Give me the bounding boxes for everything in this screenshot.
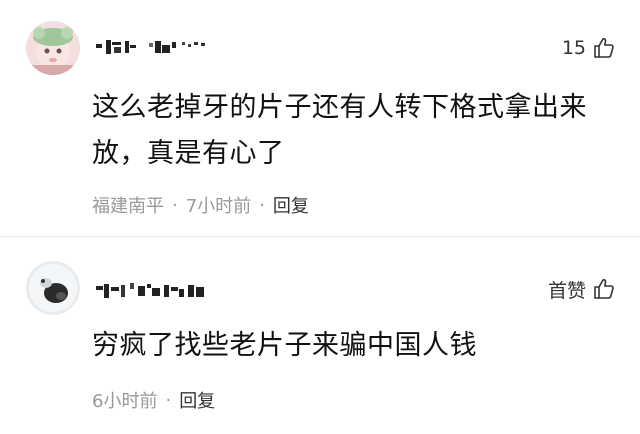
- comment-item: 15 这么老掉牙的片子还有人转下格式拿出来放，真是有心了 福建南平 · 7小时前…: [0, 0, 640, 236]
- username-obscured[interactable]: [94, 33, 244, 59]
- timestamp: 7小时前: [185, 196, 252, 217]
- avatar[interactable]: [26, 21, 80, 75]
- separator: ·: [172, 194, 178, 216]
- thumbs-up-icon: [592, 277, 616, 301]
- first-like-label: 首赞: [547, 279, 586, 302]
- username-obscured[interactable]: [94, 277, 244, 303]
- comment-text: 这么老掉牙的片子还有人转下格式拿出来放，真是有心了: [92, 92, 587, 169]
- location: 福建南平: [92, 196, 164, 217]
- thumbs-up-icon: [592, 36, 616, 60]
- timestamp: 6小时前: [92, 391, 158, 412]
- comment-text: 穷疯了找些老片子来骗中国人钱: [92, 330, 477, 361]
- comment-item: 首赞 穷疯了找些老片子来骗中国人钱 6小时前 · 回复: [0, 236, 640, 434]
- reply-button[interactable]: 回复: [179, 387, 215, 413]
- comment-meta: 福建南平 · 7小时前 · 回复: [92, 192, 309, 218]
- like-button[interactable]: 15: [562, 33, 616, 63]
- reply-button[interactable]: 回复: [273, 192, 309, 218]
- comment-meta: 6小时前 · 回复: [92, 387, 215, 413]
- avatar[interactable]: [26, 261, 80, 315]
- like-count: 15: [561, 37, 586, 59]
- separator: ·: [165, 389, 172, 411]
- like-button[interactable]: 首赞: [548, 274, 616, 304]
- separator: ·: [259, 194, 265, 216]
